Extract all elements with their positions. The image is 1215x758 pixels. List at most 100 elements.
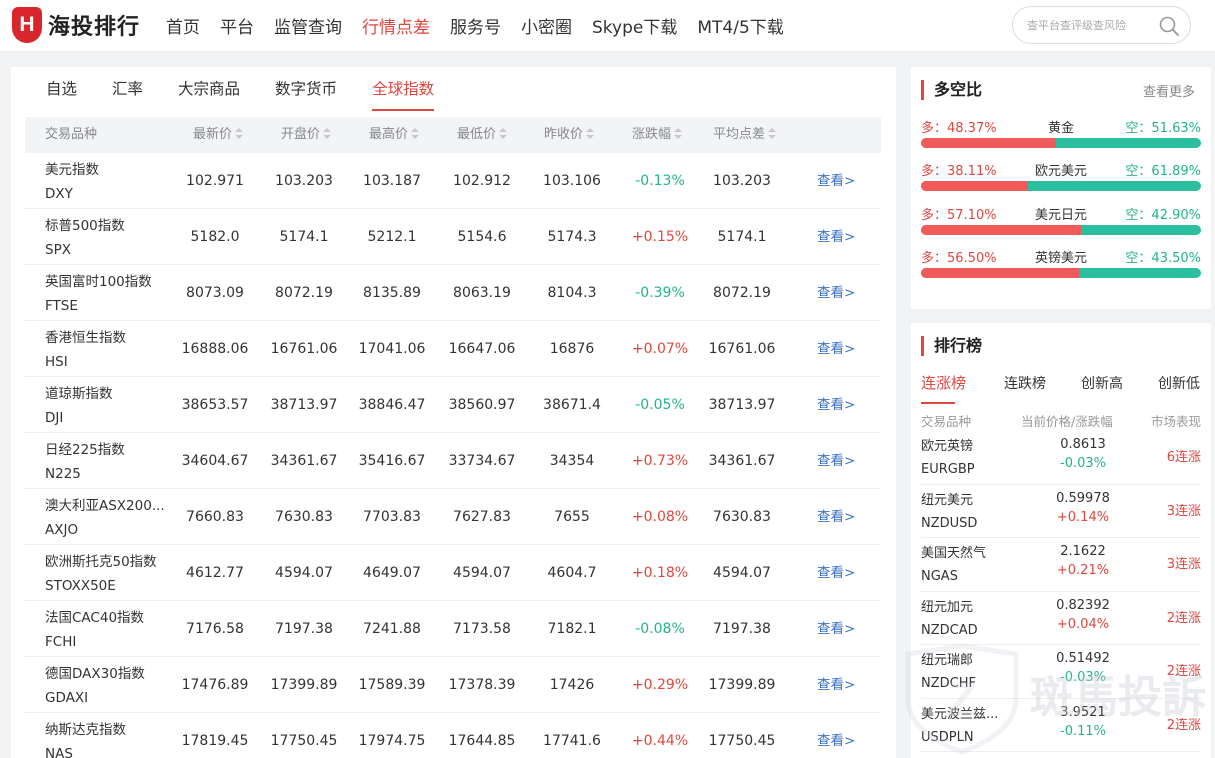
- ratio-bar-long-fill: [921, 181, 1028, 192]
- high-cell: 103.187: [363, 173, 421, 189]
- search-icon[interactable]: [1158, 15, 1180, 37]
- nav-item[interactable]: 小密圈: [521, 13, 572, 38]
- ranking-code: EURGBP: [921, 462, 975, 477]
- change-cell: +0.18%: [631, 565, 689, 581]
- spread-cell: 4594.07: [713, 565, 771, 581]
- column-header[interactable]: 最低价: [457, 117, 508, 153]
- instrument-name-cn: 法国CAC40指数: [45, 610, 145, 626]
- ranking-row[interactable]: 纽元美元 NZDUSD 0.59978 +0.14% 3连涨: [921, 485, 1201, 538]
- ranking-price: 0.51492 -0.03%: [1033, 649, 1133, 687]
- nav-item[interactable]: Skype下载: [592, 13, 677, 38]
- column-header[interactable]: 最高价: [369, 117, 420, 153]
- market-tab[interactable]: 汇率: [112, 67, 143, 115]
- nav-item[interactable]: 行情点差: [362, 13, 430, 38]
- ranking-tab[interactable]: 连跌榜: [1004, 373, 1046, 393]
- column-header[interactable]: 平均点差: [713, 117, 777, 153]
- ranking-name-cn: 纽元美元: [921, 492, 974, 508]
- instrument-name-cn: 道琼斯指数: [45, 386, 113, 402]
- instrument-name: 日经225指数 N225: [45, 438, 170, 486]
- instrument-name-cn: 标普500指数: [45, 218, 125, 234]
- ranking-code: USDPLN: [921, 729, 974, 745]
- column-header[interactable]: 开盘价: [281, 117, 332, 153]
- sort-icon[interactable]: [768, 128, 777, 139]
- view-more-link[interactable]: 查看更多: [1143, 81, 1195, 100]
- ratio-bar: [921, 267, 1201, 278]
- open-cell: 17750.45: [270, 733, 338, 749]
- sort-icon[interactable]: [586, 128, 595, 139]
- view-link[interactable]: 查看>: [817, 489, 855, 545]
- ratio-bar: [921, 138, 1201, 148]
- nav-item[interactable]: 首页: [166, 13, 200, 38]
- view-link[interactable]: 查看>: [817, 657, 855, 713]
- market-tab[interactable]: 自选: [46, 67, 77, 115]
- sort-icon[interactable]: [411, 128, 420, 139]
- change-cell: -0.39%: [635, 285, 685, 301]
- table-header: 交易品种 最新价 开盘价 最高价 最低价 昨收价 涨跌幅 平均点差: [25, 117, 881, 153]
- ranking-row[interactable]: 纽元加元 NZDCAD 0.82392 +0.04% 2连涨: [921, 592, 1201, 645]
- search-box[interactable]: [1012, 6, 1191, 44]
- view-link[interactable]: 查看>: [817, 433, 855, 489]
- view-link[interactable]: 查看>: [817, 153, 855, 209]
- instrument-name-cn: 澳大利亚ASX200...: [45, 498, 165, 514]
- column-header[interactable]: 涨跌幅: [632, 117, 683, 153]
- ranking-row[interactable]: 美元波兰兹... USDPLN 3.9521 -0.11% 2连涨: [921, 699, 1201, 752]
- sort-icon[interactable]: [323, 128, 332, 139]
- ranking-current-price: 0.51492: [1056, 651, 1110, 666]
- market-tab[interactable]: 数字货币: [275, 67, 337, 115]
- view-link[interactable]: 查看>: [817, 377, 855, 433]
- market-tabs: 自选 汇率 大宗商品 数字货币 全球指数: [46, 67, 469, 115]
- column-header-label: 交易品种: [45, 127, 98, 142]
- change-cell: +0.08%: [631, 509, 689, 525]
- open-cell: 17399.89: [270, 677, 338, 693]
- ranking-row[interactable]: 美国天然气 NGAS 2.1622 +0.21% 3连涨: [921, 538, 1201, 592]
- long-percent: 多：48.37%: [921, 121, 997, 136]
- nav-item[interactable]: 平台: [220, 13, 254, 38]
- change-cell: -0.05%: [635, 397, 685, 413]
- ranking-change: -0.03%: [1060, 670, 1106, 685]
- ranking-row[interactable]: 纽元瑞郎 NZDCHF 0.51492 -0.03% 2连涨: [921, 645, 1201, 699]
- site-logo[interactable]: H 海投排行: [12, 7, 140, 43]
- sort-icon[interactable]: [674, 128, 683, 139]
- nav-item[interactable]: 监管查询: [274, 13, 342, 38]
- table-row: 标普500指数 SPX 5182.0 5174.1 5212.1 5154.6 5174.3…: [25, 209, 881, 265]
- view-link[interactable]: 查看>: [817, 601, 855, 657]
- last-cell: 38653.57: [181, 397, 249, 413]
- quotes-table-body: 美元指数 DXY 102.971 103.203 103.187 102.912 103.1…: [25, 153, 881, 758]
- ranking-price: 0.59978 +0.14%: [1033, 489, 1133, 527]
- prev-cell: 4604.7: [547, 565, 597, 581]
- column-header-label: 涨跌幅: [632, 127, 672, 142]
- ranking-tab[interactable]: 连涨榜: [921, 372, 966, 404]
- view-link[interactable]: 查看>: [817, 265, 855, 321]
- view-link[interactable]: 查看>: [817, 713, 855, 758]
- view-link[interactable]: 查看>: [817, 321, 855, 377]
- sort-icon[interactable]: [499, 128, 508, 139]
- ranking-tab[interactable]: 创新低: [1158, 373, 1200, 393]
- column-header: 交易品种: [45, 117, 97, 153]
- column-header[interactable]: 最新价: [193, 117, 244, 153]
- search-input[interactable]: [1027, 16, 1157, 34]
- market-tab[interactable]: 全球指数: [372, 67, 435, 115]
- last-cell: 8073.09: [186, 285, 244, 301]
- spread-cell: 34361.67: [708, 453, 776, 469]
- last-cell: 4612.77: [186, 565, 244, 581]
- sort-icon[interactable]: [235, 128, 244, 139]
- instrument-name: 德国DAX30指数 GDAXI: [45, 662, 170, 710]
- ranking-tab[interactable]: 创新高: [1081, 373, 1123, 393]
- ranking-column-header: 市场表现: [1150, 414, 1201, 429]
- view-link[interactable]: 查看>: [817, 209, 855, 265]
- nav-item[interactable]: MT4/5下载: [697, 13, 783, 38]
- column-header-label: 昨收价: [544, 127, 584, 142]
- ranking-streak: 3连涨: [1166, 503, 1201, 519]
- instrument-code: SPX: [45, 242, 71, 258]
- prev-cell: 16876: [549, 341, 595, 357]
- view-link[interactable]: 查看>: [817, 545, 855, 601]
- instrument-code: AXJO: [45, 522, 79, 538]
- nav-item[interactable]: 服务号: [450, 13, 501, 38]
- market-tab[interactable]: 大宗商品: [178, 67, 240, 115]
- column-header[interactable]: 昨收价: [544, 117, 595, 153]
- ranking-instrument: 美国天然气 NGAS: [921, 542, 1001, 588]
- ranking-row[interactable]: 欧元英镑 EURGBP 0.8613 -0.03% 6连涨: [921, 431, 1201, 485]
- ratio-bar-long-fill: [921, 138, 1057, 148]
- ranking-streak: 6连涨: [1166, 450, 1201, 465]
- short-percent: 空：43.50%: [1125, 250, 1201, 266]
